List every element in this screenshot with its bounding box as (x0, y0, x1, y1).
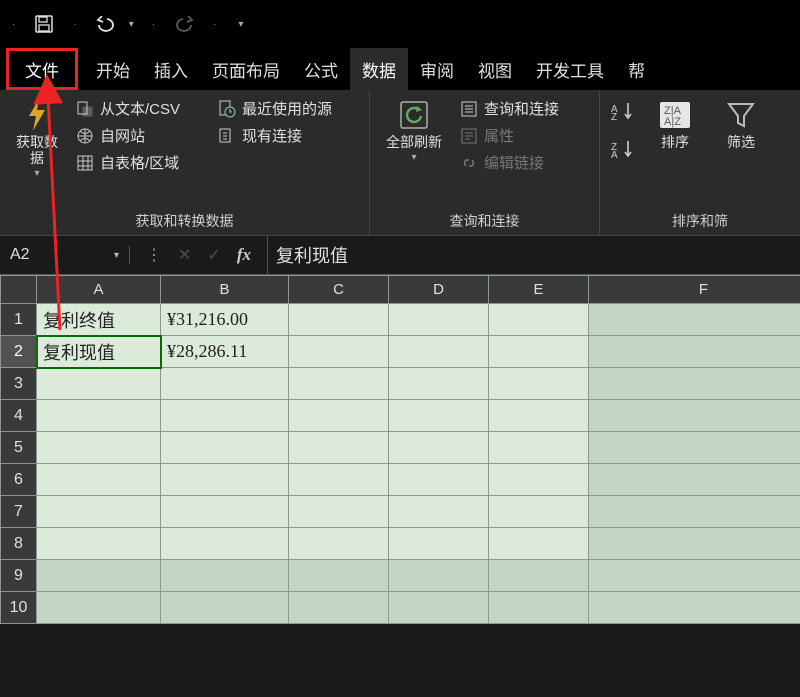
row-header[interactable]: 5 (1, 432, 37, 464)
tab-view[interactable]: 视图 (466, 48, 524, 90)
bolt-icon (20, 98, 54, 132)
tab-developer[interactable]: 开发工具 (524, 48, 616, 90)
from-web-button[interactable]: 自网站 (76, 125, 206, 146)
list-icon (460, 100, 478, 118)
col-header[interactable]: E (489, 276, 589, 304)
file-csv-icon (76, 100, 94, 118)
save-icon[interactable] (33, 13, 55, 35)
properties-icon (460, 127, 478, 145)
col-header[interactable]: B (161, 276, 289, 304)
recent-sources-button[interactable]: 最近使用的源 (218, 98, 332, 119)
globe-icon (76, 127, 94, 145)
menu-bar: 文件 开始 插入 页面布局 公式 数据 审阅 视图 开发工具 帮 (0, 48, 800, 90)
cell-E2[interactable] (489, 336, 589, 368)
spreadsheet-grid[interactable]: A B C D E F 1 复利终值 ¥31,216.00 2 复利现值 ¥28… (0, 275, 800, 624)
clock-file-icon (218, 100, 236, 118)
row-header[interactable]: 1 (1, 304, 37, 336)
cell-A1[interactable]: 复利终值 (37, 304, 161, 336)
fx-cancel-icon[interactable]: ✕ (178, 245, 191, 265)
cell-E1[interactable] (489, 304, 589, 336)
col-header[interactable]: A (37, 276, 161, 304)
table-icon (76, 154, 94, 172)
title-bar: · · ▾ · · ▾ (0, 0, 800, 48)
row-header[interactable]: 4 (1, 400, 37, 432)
sort-button[interactable]: Z|AA|Z 排序 (648, 94, 702, 208)
funnel-icon (724, 98, 758, 132)
sort-asc-button[interactable]: AZ (610, 100, 636, 120)
ribbon: 获取数 据 ▾ 从文本/CSV 自网站 自表格/区域 (0, 90, 800, 235)
queries-connections-button[interactable]: 查询和连接 (460, 98, 559, 119)
row-header[interactable]: 6 (1, 464, 37, 496)
formula-content[interactable]: 复利现值 (267, 236, 800, 274)
group-label-sort-filter: 排序和筛 (610, 208, 790, 233)
get-data-button[interactable]: 获取数 据 ▾ (10, 94, 64, 208)
svg-text:A: A (611, 150, 618, 158)
tab-data[interactable]: 数据 (350, 48, 408, 90)
qat-dropdown-icon[interactable]: ▾ (238, 19, 243, 30)
edit-links-button: 编辑链接 (460, 152, 559, 173)
cell-C2[interactable] (289, 336, 389, 368)
row-header[interactable]: 3 (1, 368, 37, 400)
ribbon-group-queries: 全部刷新 ▾ 查询和连接 属性 编辑链接 查询和连接 (370, 90, 600, 235)
fx-enter-icon[interactable]: ✓ (207, 245, 220, 265)
svg-text:Z: Z (611, 112, 617, 120)
from-csv-button[interactable]: 从文本/CSV (76, 98, 206, 119)
col-header[interactable]: F (589, 276, 800, 304)
connections-icon (218, 127, 236, 145)
cell-A2[interactable]: 复利现值 (37, 336, 161, 368)
tab-formulas[interactable]: 公式 (292, 48, 350, 90)
select-all-corner[interactable] (1, 276, 37, 304)
group-label-queries: 查询和连接 (380, 208, 589, 233)
tab-home[interactable]: 开始 (84, 48, 142, 90)
redo-icon[interactable] (173, 13, 195, 35)
formula-bar: A2 ▾ ⋮ ✕ ✓ fx 复利现值 (0, 235, 800, 275)
properties-button: 属性 (460, 125, 559, 146)
name-box[interactable]: A2 ▾ (0, 246, 130, 264)
fx-icon[interactable]: fx (237, 245, 251, 265)
group-label-get-transform: 获取和转换数据 (10, 208, 359, 233)
cell-F2[interactable] (589, 336, 800, 368)
cell-D1[interactable] (389, 304, 489, 336)
row-header[interactable]: 7 (1, 496, 37, 528)
col-header[interactable]: C (289, 276, 389, 304)
row-header[interactable]: 8 (1, 528, 37, 560)
row-header[interactable]: 2 (1, 336, 37, 368)
fx-more-icon[interactable]: ⋮ (146, 245, 162, 265)
from-table-button[interactable]: 自表格/区域 (76, 152, 206, 173)
filter-button[interactable]: 筛选 (714, 94, 768, 208)
ribbon-group-sort-filter: AZ ZA Z|AA|Z 排序 筛选 排序和筛 (600, 90, 800, 235)
ribbon-group-get-transform: 获取数 据 ▾ 从文本/CSV 自网站 自表格/区域 (0, 90, 370, 235)
row-header[interactable]: 9 (1, 560, 37, 592)
cell-F1[interactable] (589, 304, 800, 336)
tab-page-layout[interactable]: 页面布局 (200, 48, 292, 90)
tab-insert[interactable]: 插入 (142, 48, 200, 90)
svg-text:A|Z: A|Z (664, 116, 681, 128)
tab-help-cut[interactable]: 帮 (616, 48, 657, 90)
sort-desc-button[interactable]: ZA (610, 138, 636, 158)
cell-B1[interactable]: ¥31,216.00 (161, 304, 289, 336)
row-header[interactable]: 10 (1, 592, 37, 624)
undo-icon[interactable] (95, 13, 117, 35)
cell-D2[interactable] (389, 336, 489, 368)
tab-review[interactable]: 审阅 (408, 48, 466, 90)
cell-C1[interactable] (289, 304, 389, 336)
sort-icon: Z|AA|Z (658, 98, 692, 132)
refresh-all-button[interactable]: 全部刷新 ▾ (380, 94, 448, 208)
tab-file[interactable]: 文件 (6, 48, 78, 90)
col-header[interactable]: D (389, 276, 489, 304)
refresh-icon (397, 98, 431, 132)
cell-B2[interactable]: ¥28,286.11 (161, 336, 289, 368)
link-icon (460, 154, 478, 172)
existing-connections-button[interactable]: 现有连接 (218, 125, 332, 146)
